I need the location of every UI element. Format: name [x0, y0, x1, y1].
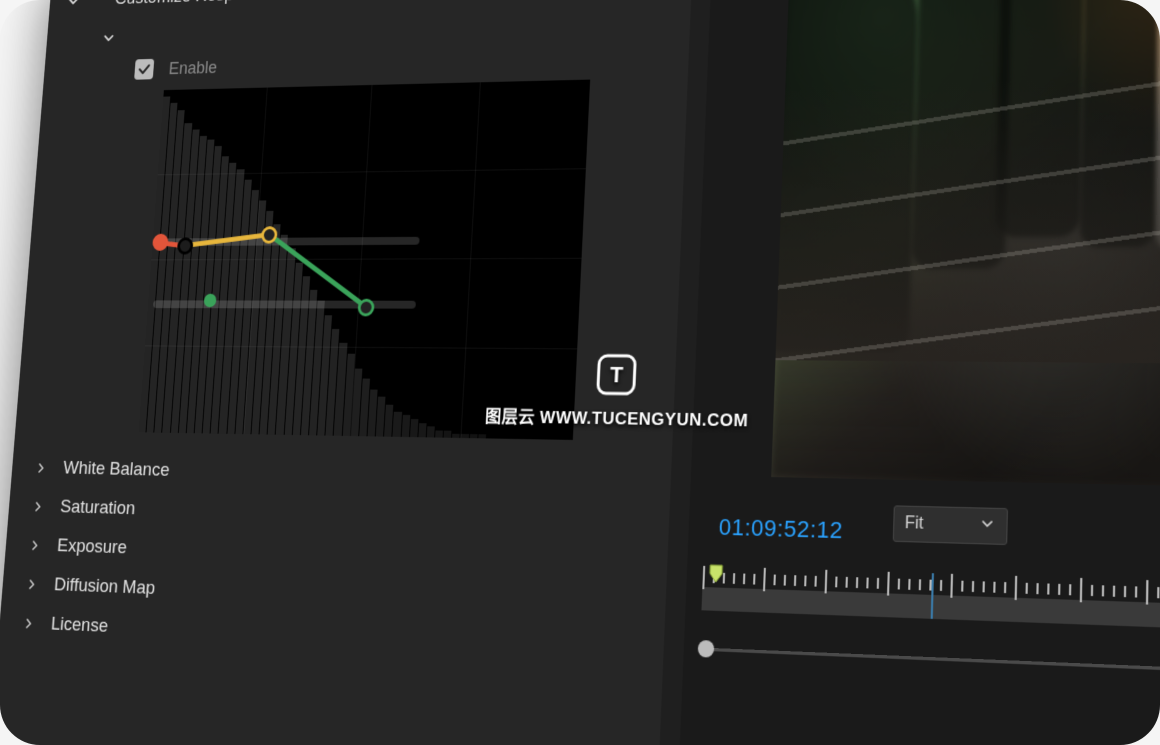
curve-node[interactable]: [358, 299, 375, 317]
chevron-right-icon: [19, 613, 38, 633]
effects-panel: Customize Response Enable: [0, 0, 694, 745]
video-preview[interactable]: [771, 0, 1160, 489]
response-curve-editor[interactable]: [139, 80, 591, 440]
chevron-right-icon: [32, 458, 51, 478]
scrub-bar[interactable]: [700, 642, 1160, 680]
section-label: Exposure: [56, 535, 127, 559]
section-label: Saturation: [59, 496, 136, 519]
timecode[interactable]: 01:09:52:12: [718, 514, 843, 545]
section-label: Diffusion Map: [53, 574, 156, 599]
collapse-icon[interactable]: [64, 0, 82, 10]
zoom-dropdown[interactable]: Fit: [893, 505, 1008, 545]
section-label: License: [50, 613, 109, 637]
chevron-right-icon: [26, 535, 45, 555]
curve-node[interactable]: [177, 237, 194, 254]
enable-checkbox[interactable]: [134, 59, 154, 80]
timeline-ruler[interactable]: [701, 566, 1160, 642]
scrub-knob[interactable]: [698, 640, 715, 658]
chevron-right-icon: [29, 496, 48, 516]
chevron-right-icon: [23, 574, 42, 594]
section-label: White Balance: [62, 457, 170, 481]
curve-node[interactable]: [152, 234, 169, 251]
panel-title: Customize Response: [114, 0, 270, 10]
zoom-label: Fit: [905, 514, 924, 534]
preview-pane: 01:09:52:12 Fit: [675, 0, 1160, 745]
collapse-sub-icon[interactable]: [100, 29, 118, 48]
enable-label: Enable: [168, 57, 218, 78]
chevron-down-icon: [978, 514, 996, 537]
slider-track[interactable]: [153, 300, 416, 308]
playhead-icon[interactable]: [708, 564, 723, 588]
